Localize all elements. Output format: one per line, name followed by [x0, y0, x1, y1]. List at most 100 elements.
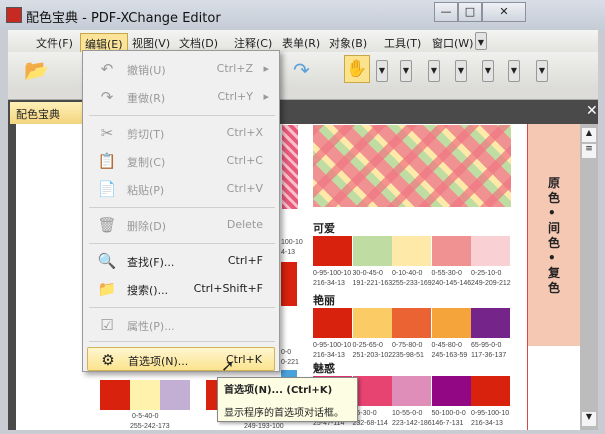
- toolbar-dropdown[interactable]: ▼: [400, 60, 412, 82]
- color-label: 100-10: [281, 239, 303, 246]
- color-label: 4-13: [281, 249, 296, 256]
- menu-item-shortcut: Ctrl+F: [227, 254, 263, 267]
- toolbar-dropdown[interactable]: ▼: [508, 60, 520, 82]
- find-icon: 🔍: [97, 252, 117, 270]
- color-rgb-label: 191-221-163: [352, 280, 393, 287]
- menu-item-label: 重做(R): [127, 92, 166, 105]
- menu-file[interactable]: 文件(F): [32, 33, 77, 53]
- color-cmyk-label: 50-100-0-0: [431, 410, 466, 417]
- section-title: 艳丽: [313, 294, 335, 307]
- menu-window[interactable]: 窗口(W): [428, 33, 477, 53]
- toolbar-dropdown[interactable]: ▼: [428, 60, 440, 82]
- menu-item-find[interactable]: 🔍 查找(F)... Ctrl+F: [87, 249, 275, 273]
- tab-document[interactable]: 配色宝典: [10, 102, 82, 124]
- undo-icon: ↶: [100, 60, 114, 78]
- color-label: 249-193-100: [244, 423, 284, 430]
- color-swatch: [431, 376, 471, 406]
- color-swatch: [392, 236, 431, 266]
- color-label: 0-221: [281, 359, 299, 366]
- redo-icon: ↷: [100, 88, 114, 106]
- menu-item-label: 粘贴(P): [127, 184, 165, 197]
- toolbar-dropdown[interactable]: ▼: [482, 60, 494, 82]
- color-swatch: [313, 308, 352, 338]
- color-label: 0-0: [281, 349, 292, 356]
- menu-overflow-button[interactable]: ▼: [475, 32, 487, 50]
- menu-item-label: 删除(D): [127, 220, 167, 233]
- color-rgb-label: 235-98-51: [392, 352, 424, 359]
- menu-item-preferences[interactable]: ⚙ 首选项(N)... Ctrl+K: [87, 347, 275, 371]
- color-swatch: [352, 308, 392, 338]
- menu-item-label: 撤销(U): [127, 64, 166, 77]
- color-rgb-label: 216-34-13: [313, 280, 345, 287]
- menu-item-label: 属性(P)...: [127, 320, 175, 333]
- menu-item-search-folder[interactable]: 📁 搜索()... Ctrl+Shift+F: [87, 277, 275, 301]
- color-cmyk-label: 65-95-0-0: [471, 342, 502, 349]
- close-button[interactable]: ✕: [482, 2, 526, 22]
- color-rgb-label: 249-209-212: [471, 280, 511, 287]
- menu-item-properties[interactable]: ☑ 属性(P)...: [87, 313, 275, 337]
- color-cmyk-label: 0-45-80-0: [431, 342, 462, 349]
- color-label: 255-242-173: [130, 423, 170, 430]
- color-rgb-label: 240-145-146: [431, 280, 472, 287]
- menu-bar: 文件(F) 编辑(E) 视图(V) 文档(D) 注释(C) 表单(R) 对象(B…: [8, 30, 598, 55]
- menu-object[interactable]: 对象(B): [325, 33, 371, 53]
- app-icon: [6, 7, 22, 23]
- menu-item-shortcut: Ctrl+V: [226, 182, 263, 195]
- color-cmyk-label: 0-25-65-0: [352, 342, 383, 349]
- close-tab-icon[interactable]: ✕: [586, 103, 598, 119]
- side-title: 原色•间色•复色: [548, 176, 561, 295]
- menu-separator: [89, 341, 275, 342]
- menu-item-paste[interactable]: 📄 粘贴(P) Ctrl+V: [87, 177, 275, 201]
- color-swatch: [100, 380, 130, 410]
- scroll-thumb[interactable]: ≡: [582, 144, 596, 158]
- menu-item-delete[interactable]: 🗑 删除(D) Delete: [87, 213, 275, 237]
- vertical-scrollbar[interactable]: ▲ ≡ ▼: [580, 124, 598, 430]
- menu-item-shortcut: Ctrl+Shift+F: [193, 282, 263, 295]
- toolbar-dropdown[interactable]: ▼: [376, 60, 388, 82]
- color-swatch: [160, 380, 190, 410]
- mouse-cursor-icon: ➚: [221, 356, 235, 375]
- scissors-icon: ✂: [100, 124, 114, 142]
- color-swatch: [352, 236, 392, 266]
- menu-item-label: 剪切(T): [127, 128, 165, 141]
- color-rgb-label: 117-36-137: [471, 352, 507, 359]
- color-swatch: [392, 308, 431, 338]
- menu-separator: [89, 307, 275, 308]
- submenu-arrow-icon: ▸: [263, 90, 269, 103]
- color-swatch: [130, 380, 160, 410]
- edit-menu-dropdown: ↶ 撤销(U) Ctrl+Z ▸ ↷ 重做(R) Ctrl+Y ▸ ✂ 剪切(T) Ctrl+X 📋 复…: [82, 50, 280, 372]
- toolbar-dropdown[interactable]: ▼: [455, 60, 467, 82]
- scroll-up-button[interactable]: ▲: [582, 128, 596, 142]
- hand-tool-button[interactable]: ✋: [344, 55, 370, 83]
- section-title: 可爱: [313, 222, 335, 235]
- minimize-button[interactable]: —: [434, 2, 458, 22]
- menu-item-undo[interactable]: ↶ 撤销(U) Ctrl+Z ▸: [87, 57, 275, 81]
- menu-tools[interactable]: 工具(T): [380, 33, 425, 53]
- color-swatch: [352, 376, 392, 406]
- maximize-button[interactable]: □: [458, 2, 482, 22]
- scroll-down-button[interactable]: ▼: [582, 412, 596, 426]
- menu-item-shortcut: Ctrl+C: [226, 154, 263, 167]
- open-folder-icon[interactable]: 📂: [24, 58, 49, 82]
- paste-icon: 📄: [97, 180, 117, 198]
- search-folder-icon: 📁: [97, 280, 117, 298]
- menu-item-shortcut: Ctrl+X: [226, 126, 263, 139]
- color-swatch: [392, 376, 431, 406]
- menu-form[interactable]: 表单(R): [278, 33, 324, 53]
- toolbar-dropdown[interactable]: ▼: [536, 60, 548, 82]
- color-label: 0-5-40-0: [132, 413, 159, 420]
- menu-separator: [89, 115, 275, 116]
- menu-item-copy[interactable]: 📋 复制(C) Ctrl+C: [87, 149, 275, 173]
- properties-icon: ☑: [100, 316, 114, 334]
- menu-separator: [89, 243, 275, 244]
- redo-icon[interactable]: ↷: [293, 58, 310, 82]
- tab-label: 配色宝典: [16, 108, 60, 121]
- color-cmyk-label: 0-25-10-0: [471, 270, 502, 277]
- tooltip-description: 显示程序的首选项对话框。: [224, 408, 344, 419]
- delete-icon: 🗑: [97, 216, 117, 234]
- menu-item-redo[interactable]: ↷ 重做(R) Ctrl+Y ▸: [87, 85, 275, 109]
- tooltip: 首选项(N)... (Ctrl+K) 显示程序的首选项对话框。: [217, 377, 358, 422]
- color-cmyk-label: 30-0-45-0: [352, 270, 383, 277]
- submenu-arrow-icon: ▸: [263, 62, 269, 75]
- menu-item-scissors[interactable]: ✂ 剪切(T) Ctrl+X: [87, 121, 275, 145]
